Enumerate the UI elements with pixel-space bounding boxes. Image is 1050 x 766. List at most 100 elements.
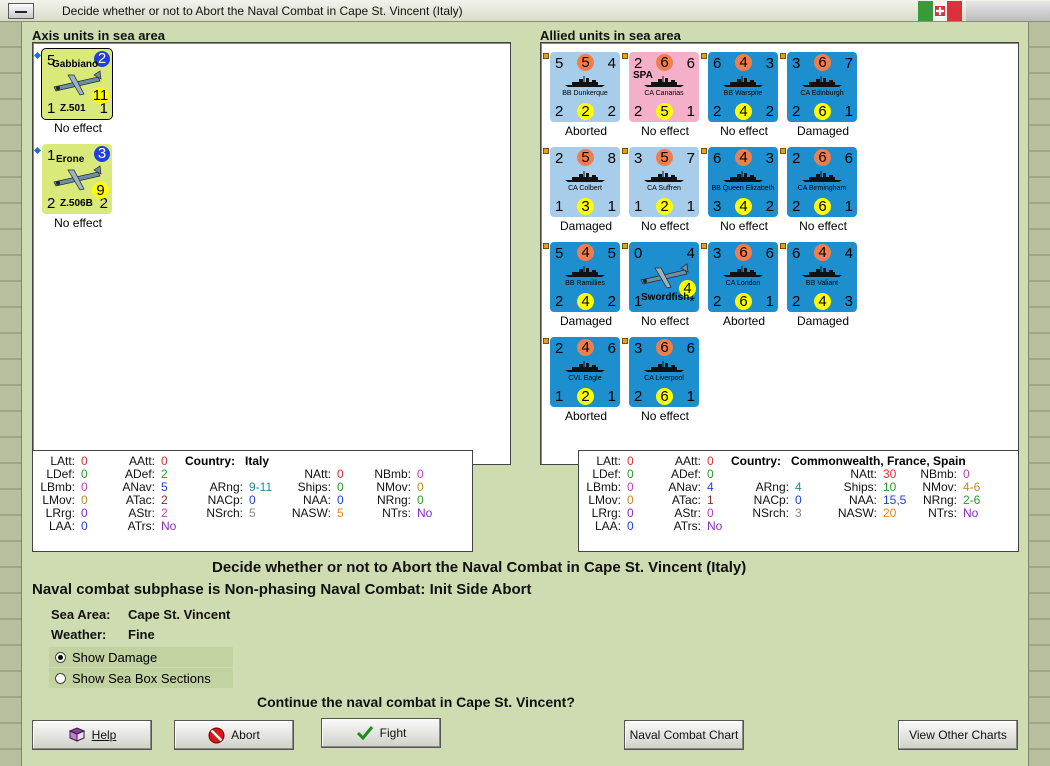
allied-unit-ca-london[interactable]: 3 6 6 2 6 1 CA London Aborted — [708, 242, 780, 334]
view-other-charts-button[interactable]: View Other Charts — [898, 720, 1018, 750]
stat-label-nacp: NACp: — [207, 493, 243, 507]
counter-bottom-right-value: 1 — [607, 388, 616, 405]
ship-silhouette-icon — [565, 361, 605, 372]
stat-value-lrrg: 0 — [81, 506, 88, 520]
counter-top-right-value: 4 — [607, 55, 616, 72]
unit-counter: 2 4 6 1 2 1 CVL Eagle — [550, 337, 620, 407]
counter-attack-value: 4 — [577, 339, 594, 356]
system-menu-button[interactable] — [8, 3, 34, 19]
stat-label-natt: NAtt: — [304, 467, 331, 481]
allied-unit-ca-colbert[interactable]: 2 5 8 1 3 1 CA Colbert Damaged — [550, 147, 622, 239]
unit-status: No effect — [54, 121, 102, 135]
stop-icon — [208, 727, 225, 743]
counter-bottom-left-value: 1 — [47, 100, 56, 117]
stat-value-laa: 0 — [627, 519, 634, 533]
allied-unit-ca-canarias[interactable]: 2 6 6 2 5 1 CA Canarias SPA No effect — [629, 52, 701, 144]
counter-defense-value: 2 — [577, 388, 594, 405]
unit-counter: 3 5 7 1 2 1 CA Suffren — [629, 147, 699, 217]
stat-value-astr: 2 — [161, 506, 168, 520]
abort-label: Abort — [231, 728, 260, 742]
allied-unit-bb-ramillies[interactable]: 5 4 5 2 4 2 BB Ramillies Damaged — [550, 242, 622, 334]
stat-label-anav: ANav: — [668, 480, 701, 494]
stat-value-lbmb: 0 — [627, 480, 634, 494]
window-title: Decide whether or not to Abort the Naval… — [62, 4, 463, 18]
show-damage-radio[interactable]: Show Damage — [49, 647, 233, 667]
stat-value-atac: 1 — [707, 493, 714, 507]
allied-unit-bb-queen-elizabeth[interactable]: 6 4 3 3 4 2 BB Queen Elizabeth No effect — [708, 147, 780, 239]
axis-unit-gabbiano[interactable]: 5 2 1 1 11 Gabbiano Z.501 No effect — [41, 48, 114, 141]
allied-marker-icon — [543, 243, 549, 249]
stat-value-ldef: 0 — [81, 467, 88, 481]
stat-label-ntrs: NTrs: — [382, 506, 411, 520]
counter-defense-value: 4 — [735, 103, 752, 120]
ship-silhouette-icon — [723, 76, 763, 87]
savoy-cross-icon: ✚ — [934, 5, 946, 18]
counter-attack-value: 6 — [656, 54, 673, 71]
stat-value-nasw: 20 — [883, 506, 897, 520]
allied-unit-ca-suffren[interactable]: 3 5 7 1 2 1 CA Suffren No effect — [629, 147, 701, 239]
counter-bottom-right-value: 1 — [607, 198, 616, 215]
show-sea-box-radio[interactable]: Show Sea Box Sections — [49, 668, 233, 688]
stat-label-lmov: LMov: — [42, 493, 75, 507]
counter-top-right-value: 6 — [765, 245, 774, 262]
counter-unit-name: BB Valiant — [805, 280, 839, 287]
help-button[interactable]: Help — [32, 720, 152, 750]
fight-button[interactable]: Fight — [321, 718, 441, 748]
stat-value-nsrch: 3 — [795, 506, 802, 520]
unit-status: Aborted — [722, 314, 766, 328]
allied-unit-bb-valiant[interactable]: 6 4 4 2 4 3 BB Valiant Damaged — [787, 242, 859, 334]
counter-attack-value: 6 — [735, 244, 752, 261]
sea-area-value: Cape St. Vincent — [128, 607, 231, 622]
counter-bottom-left-value: 2 — [555, 103, 564, 120]
ship-silhouette-icon — [565, 266, 605, 277]
counter-bottom-left-value: 2 — [47, 195, 56, 212]
stat-label-astr: AStr: — [128, 506, 155, 520]
allied-unit-swordfish[interactable]: 0 4 1 * 4 Swordfish No effect — [629, 242, 701, 334]
counter-top-left-value: 3 — [634, 340, 643, 357]
abort-button[interactable]: Abort — [174, 720, 294, 750]
counter-bottom-left-value: 2 — [634, 388, 643, 405]
counter-unit-name: CA Liverpool — [644, 375, 684, 382]
counter-unit-name: CA London — [725, 280, 761, 287]
ship-silhouette-icon — [565, 76, 605, 87]
unit-status: No effect — [54, 216, 102, 230]
counter-top-left-value: 1 — [47, 147, 56, 164]
stat-label-ldef: LDef: — [592, 467, 621, 481]
counter-bottom-right-value: 2 — [607, 103, 616, 120]
stat-label-laa: LAA: — [48, 519, 75, 533]
counter-top-right-value: 6 — [686, 55, 695, 72]
stat-value-latt: 0 — [627, 454, 634, 468]
allied-unit-bb-warspite[interactable]: 6 4 3 2 4 2 BB Warspite No effect — [708, 52, 780, 144]
ship-silhouette-icon — [723, 266, 763, 277]
stat-value-nacp: 0 — [249, 493, 256, 507]
stat-value-anav: 5 — [161, 480, 168, 494]
stat-value-adef: 2 — [161, 467, 168, 481]
counter-top-right-value: 7 — [844, 55, 853, 72]
counter-bottom-left-value: 2 — [634, 103, 643, 120]
stat-value-nbmb: 0 — [963, 467, 970, 481]
allied-unit-ca-edinburgh[interactable]: 3 6 7 2 6 1 CA Edinburgh Damaged — [787, 52, 859, 144]
counter-bottom-right-value: 1 — [765, 293, 774, 310]
allied-marker-icon — [780, 243, 786, 249]
axis-unit-erone[interactable]: 1 3 2 2 9 Erone Z.506B No effect — [42, 144, 114, 236]
counter-bottom-right-value: 3 — [844, 293, 853, 310]
unit-counter: 2 6 6 2 5 1 CA Canarias SPA — [629, 52, 699, 122]
counter-unit-name: CA Canarias — [644, 90, 684, 97]
stat-label-anav: ANav: — [122, 480, 155, 494]
allied-unit-cvl-eagle[interactable]: 2 4 6 1 2 1 CVL Eagle Aborted — [550, 337, 622, 429]
naval-combat-chart-button[interactable]: Naval Combat Chart — [624, 720, 744, 750]
stat-label-adef: ADef: — [124, 467, 155, 481]
counter-unit-name: BB Dunkerque — [562, 90, 608, 97]
allied-unit-bb-dunkerque[interactable]: 5 5 4 2 2 2 BB Dunkerque Aborted — [550, 52, 622, 144]
ship-silhouette-icon — [802, 76, 842, 87]
stat-value-naa: 0 — [337, 493, 344, 507]
allied-unit-ca-birmingham[interactable]: 2 6 6 2 6 1 CA Birmingham No effect — [787, 147, 859, 239]
counter-bottom-right-value: 1 — [844, 103, 853, 120]
stat-value-astr: 0 — [707, 506, 714, 520]
counter-unit-name: BB Ramillies — [565, 280, 605, 287]
stat-value-nmov: 0 — [417, 480, 424, 494]
country-label: Country: — [731, 454, 781, 468]
allied-unit-ca-liverpool[interactable]: 3 6 6 2 6 1 CA Liverpool No effect — [629, 337, 701, 429]
counter-unit-name: Erone — [56, 154, 85, 165]
counter-bottom-right-value: 1 — [686, 103, 695, 120]
